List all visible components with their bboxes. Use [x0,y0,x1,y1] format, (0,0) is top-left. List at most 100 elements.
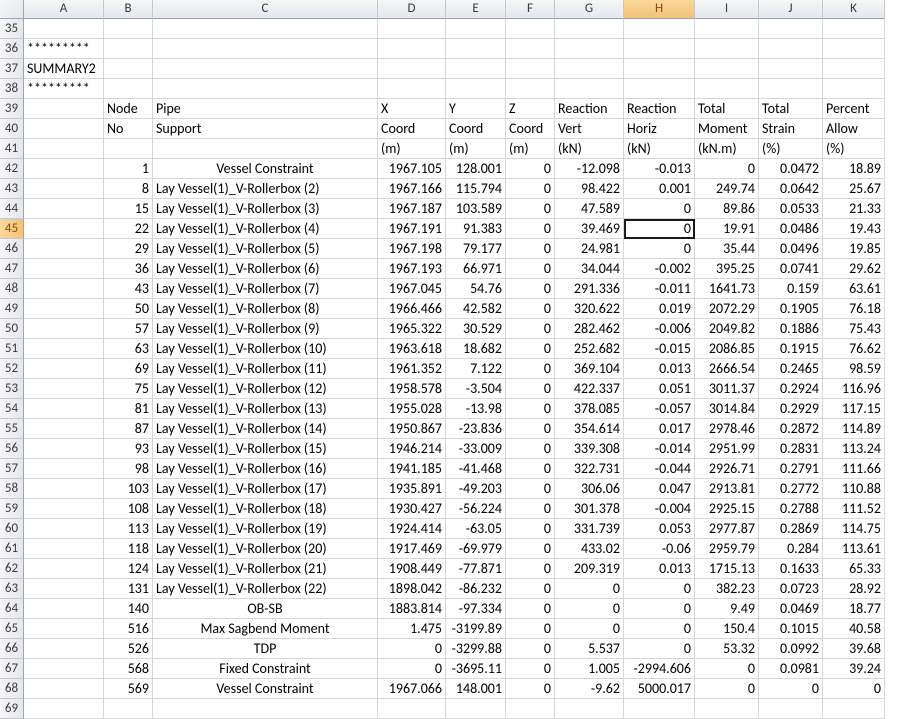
cell-H39[interactable]: Reaction [624,99,695,119]
cell-I55[interactable]: 2978.46 [695,419,759,439]
cell-F39[interactable]: Z [506,99,555,119]
cell-B50[interactable]: 57 [104,319,153,339]
cell-H55[interactable]: 0.017 [624,419,695,439]
cell-G66[interactable]: 5.537 [555,639,624,659]
cell-E69[interactable] [446,699,506,719]
cell-G62[interactable]: 209.319 [555,559,624,579]
cell-G36[interactable] [555,39,624,59]
cell-J54[interactable]: 0.2929 [759,399,823,419]
cell-I66[interactable]: 53.32 [695,639,759,659]
row-header-62[interactable]: 62 [0,559,24,579]
cell-C45[interactable]: Lay Vessel(1)_V-Rollerbox (4) [153,219,378,239]
cell-G60[interactable]: 331.739 [555,519,624,539]
row-header-46[interactable]: 46 [0,239,24,259]
cell-C44[interactable]: Lay Vessel(1)_V-Rollerbox (3) [153,199,378,219]
cell-F44[interactable]: 0 [506,199,555,219]
cell-J40[interactable]: Strain [759,119,823,139]
cell-J55[interactable]: 0.2872 [759,419,823,439]
cell-H37[interactable] [624,59,695,79]
cell-B42[interactable]: 1 [104,159,153,179]
cell-F38[interactable] [506,79,555,99]
row-header-53[interactable]: 53 [0,379,24,399]
cell-K46[interactable]: 19.85 [823,239,885,259]
cell-B36[interactable] [104,39,153,59]
cell-K60[interactable]: 114.75 [823,519,885,539]
row-header-68[interactable]: 68 [0,679,24,699]
cell-D37[interactable] [378,59,446,79]
cell-E51[interactable]: 18.682 [446,339,506,359]
cell-G44[interactable]: 47.589 [555,199,624,219]
row-header-58[interactable]: 58 [0,479,24,499]
cell-H67[interactable]: -2994.606 [624,659,695,679]
cell-K59[interactable]: 111.52 [823,499,885,519]
cell-H47[interactable]: -0.002 [624,259,695,279]
cell-H53[interactable]: 0.051 [624,379,695,399]
col-header-D[interactable]: D [378,0,446,19]
cell-K38[interactable] [823,79,885,99]
cell-F57[interactable]: 0 [506,459,555,479]
cell-B67[interactable]: 568 [104,659,153,679]
cell-I67[interactable]: 0 [695,659,759,679]
cell-D67[interactable]: 0 [378,659,446,679]
cell-I39[interactable]: Total [695,99,759,119]
cell-C64[interactable]: OB-SB [153,599,378,619]
cell-I61[interactable]: 2959.79 [695,539,759,559]
cell-D51[interactable]: 1963.618 [378,339,446,359]
cell-C65[interactable]: Max Sagbend Moment [153,619,378,639]
cell-A67[interactable] [24,659,104,679]
cell-F40[interactable]: Coord [506,119,555,139]
cell-A65[interactable] [24,619,104,639]
cell-C46[interactable]: Lay Vessel(1)_V-Rollerbox (5) [153,239,378,259]
cell-G53[interactable]: 422.337 [555,379,624,399]
row-header-37[interactable]: 37 [0,59,24,79]
cell-C60[interactable]: Lay Vessel(1)_V-Rollerbox (19) [153,519,378,539]
cell-H45[interactable]: 0 [624,219,695,239]
cell-D45[interactable]: 1967.191 [378,219,446,239]
cell-F47[interactable]: 0 [506,259,555,279]
cell-D39[interactable]: X [378,99,446,119]
cell-A40[interactable] [24,119,104,139]
row-header-40[interactable]: 40 [0,119,24,139]
cell-I58[interactable]: 2913.81 [695,479,759,499]
cell-H36[interactable] [624,39,695,59]
cell-J61[interactable]: 0.284 [759,539,823,559]
cell-A60[interactable] [24,519,104,539]
cell-B68[interactable]: 569 [104,679,153,699]
cell-C50[interactable]: Lay Vessel(1)_V-Rollerbox (9) [153,319,378,339]
cell-I52[interactable]: 2666.54 [695,359,759,379]
row-header-48[interactable]: 48 [0,279,24,299]
row-header-36[interactable]: 36 [0,39,24,59]
cell-I47[interactable]: 395.25 [695,259,759,279]
cell-C58[interactable]: Lay Vessel(1)_V-Rollerbox (17) [153,479,378,499]
cell-B48[interactable]: 43 [104,279,153,299]
cell-C66[interactable]: TDP [153,639,378,659]
cell-J44[interactable]: 0.0533 [759,199,823,219]
cell-H66[interactable]: 0 [624,639,695,659]
row-header-54[interactable]: 54 [0,399,24,419]
cell-D35[interactable] [378,19,446,39]
cell-B43[interactable]: 8 [104,179,153,199]
cell-C38[interactable] [153,79,378,99]
cell-K69[interactable] [823,699,885,719]
cell-C68[interactable]: Vessel Constraint [153,679,378,699]
cell-D69[interactable] [378,699,446,719]
cell-B61[interactable]: 118 [104,539,153,559]
cell-J36[interactable] [759,39,823,59]
cell-B39[interactable]: Node [104,99,153,119]
cell-I40[interactable]: Moment [695,119,759,139]
col-header-E[interactable]: E [446,0,506,19]
cell-H35[interactable] [624,19,695,39]
cell-J39[interactable]: Total [759,99,823,119]
cell-I35[interactable] [695,19,759,39]
cell-J62[interactable]: 0.1633 [759,559,823,579]
cell-A63[interactable] [24,579,104,599]
cell-D66[interactable]: 0 [378,639,446,659]
col-header-H[interactable]: H [624,0,695,19]
cell-B41[interactable] [104,139,153,159]
cell-D48[interactable]: 1967.045 [378,279,446,299]
cell-C43[interactable]: Lay Vessel(1)_V-Rollerbox (2) [153,179,378,199]
cell-E65[interactable]: -3199.89 [446,619,506,639]
corner-select-all[interactable] [0,0,24,19]
cell-F36[interactable] [506,39,555,59]
cell-K36[interactable] [823,39,885,59]
